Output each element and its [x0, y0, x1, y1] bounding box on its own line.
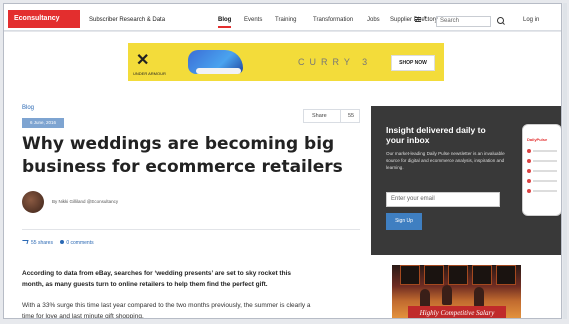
nav-jobs[interactable]: Jobs: [367, 17, 380, 23]
newsletter-signup: Insight delivered daily to your inbox Ou…: [371, 106, 561, 255]
article-paragraph: With a 33% surge this time last year com…: [22, 302, 311, 319]
browser-frame: Econsultancy Subscriber Research & Data …: [3, 3, 562, 319]
advertisement-banner[interactable]: ✕ UNDER ARMOUR CURRY 3 SHOP NOW: [128, 43, 444, 81]
email-field[interactable]: Enter your email: [386, 192, 500, 207]
newsletter-title: Insight delivered daily to your inbox: [386, 125, 486, 145]
device-dot: [527, 189, 531, 193]
window-shape: [496, 265, 516, 285]
shares-link[interactable]: 55 shares: [31, 240, 53, 246]
login-link[interactable]: Log in: [523, 17, 539, 23]
menu-grid-icon[interactable]: [415, 17, 421, 22]
nav-supplier-directory[interactable]: Supplier Directory: [390, 17, 438, 23]
nav-blog[interactable]: Blog: [218, 17, 232, 28]
newsletter-device-preview: DailyPulse: [522, 124, 561, 216]
promo-label: Highly Competitive Salary: [408, 306, 506, 318]
share-widget[interactable]: Share 55: [303, 109, 360, 123]
share-button[interactable]: Share: [312, 113, 327, 119]
under-armour-logo-icon: ✕: [136, 52, 150, 69]
person-silhouette: [442, 285, 452, 305]
article-category[interactable]: Blog: [22, 105, 34, 111]
author-byline[interactable]: By Nikki Gilliland @Econsultancy: [52, 199, 118, 204]
device-dot: [527, 159, 531, 163]
window-shape: [472, 265, 492, 285]
shoe-image: [188, 50, 243, 74]
device-line: [533, 180, 557, 182]
share-divider: [340, 110, 341, 122]
device-line: [533, 190, 557, 192]
device-line: [533, 160, 557, 162]
search-input[interactable]: Search: [436, 16, 491, 27]
window-shape: [424, 265, 444, 285]
device-line: [533, 170, 557, 172]
share-count: 55: [348, 113, 355, 119]
sign-up-button[interactable]: Sign Up: [386, 213, 422, 230]
window-shape: [400, 265, 420, 285]
site-logo[interactable]: Econsultancy: [8, 10, 80, 28]
window-shape: [448, 265, 468, 285]
comments-link[interactable]: 0 comments: [66, 240, 93, 246]
nav-transformation[interactable]: Transformation: [313, 17, 353, 23]
share-icon: [21, 240, 29, 244]
ad-headline: CURRY 3: [298, 57, 373, 67]
subscriber-link[interactable]: Subscriber Research & Data: [89, 17, 165, 23]
nav-events[interactable]: Events: [244, 17, 262, 23]
top-navigation: Econsultancy Subscriber Research & Data …: [4, 4, 561, 31]
newsletter-text: Our market-leading Daily Pulse newslette…: [386, 151, 505, 170]
device-title: DailyPulse: [527, 137, 548, 142]
article-meta: 55 shares 0 comments: [21, 240, 94, 246]
nav-training[interactable]: Training: [275, 17, 296, 23]
ad-brand: UNDER ARMOUR: [133, 71, 166, 76]
device-line: [533, 150, 557, 152]
search-icon[interactable]: [497, 17, 504, 24]
person-silhouette: [474, 287, 484, 307]
scrollbar[interactable]: [563, 3, 567, 319]
shop-now-button[interactable]: SHOP NOW: [391, 55, 435, 71]
chevron-down-icon: ▾: [424, 15, 427, 21]
job-promo-image[interactable]: Highly Competitive Salary: [392, 265, 521, 318]
device-dot: [527, 169, 531, 173]
comment-icon: [60, 240, 65, 244]
device-dot: [527, 149, 531, 153]
author-avatar[interactable]: [22, 191, 44, 213]
device-dot: [527, 179, 531, 183]
divider: [22, 229, 360, 230]
article-lead: According to data from eBay, searches fo…: [22, 270, 291, 288]
article-date: 6 June, 2016: [22, 118, 64, 128]
article-title: Why weddings are becoming big business f…: [22, 134, 343, 177]
header-divider: [4, 31, 561, 32]
